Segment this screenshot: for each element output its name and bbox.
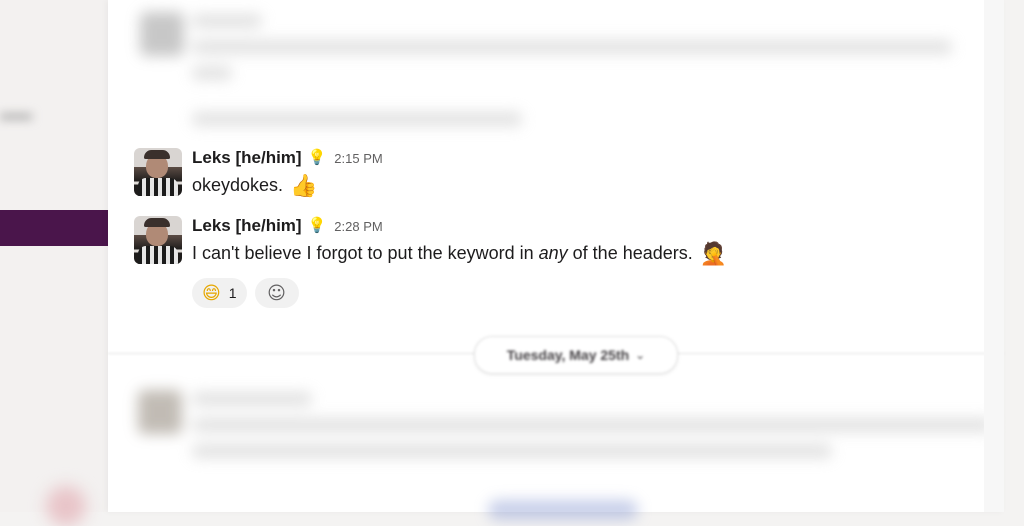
sidebar-blurred-item[interactable]: ▬▬ [0, 106, 36, 128]
timestamp[interactable]: 2:28 PM [334, 219, 382, 234]
message-text: okeydokes. 👍 [192, 174, 317, 199]
add-reaction-icon: ☺︎ [267, 282, 286, 304]
message-text-after: of the headers. [567, 243, 693, 263]
day-divider-label: Tuesday, May 25th [506, 347, 630, 363]
message-text: I can't believe I forgot to put the keyw… [192, 242, 727, 267]
grinning-face-icon: 😄 [202, 282, 221, 304]
message-text-content: okeydokes. [192, 175, 284, 195]
sidebar: ▬▬ [0, 0, 108, 526]
reaction-count: 1 [228, 285, 237, 301]
reaction-pill[interactable]: 😄 1 [192, 278, 247, 308]
message-item[interactable]: Leks [he/him] 💡 2:15 PM okeydokes. 👍 [134, 148, 974, 200]
avatar[interactable] [134, 148, 182, 196]
message-item[interactable]: Leks [he/him] 💡 2:28 PM I can't believe I … [134, 216, 974, 316]
day-divider-button[interactable]: Tuesday, May 25th ⌄ [474, 336, 678, 374]
timestamp[interactable]: 2:15 PM [334, 151, 382, 166]
add-reaction-button[interactable]: ☺︎ [254, 278, 299, 308]
reactions-bar: 😄 1 ☺︎ [192, 278, 299, 308]
scrollbar-track[interactable] [984, 0, 1004, 512]
avatar[interactable] [134, 216, 182, 264]
lightbulb-icon: 💡 [307, 149, 327, 166]
facepalm-icon: 🤦 [699, 242, 728, 267]
sidebar-blurred-badge [46, 486, 86, 526]
sender-name[interactable]: Leks [he/him] [192, 216, 302, 235]
lightbulb-icon: 💡 [307, 217, 327, 234]
message-pane: Leks [he/him] 💡 2:15 PM okeydokes. 👍 Leks … [108, 0, 1004, 520]
sender-name[interactable]: Leks [he/him] [192, 148, 302, 167]
sidebar-active-channel[interactable] [0, 210, 108, 246]
chevron-down-icon: ⌄ [635, 348, 646, 362]
message-text-emphasis: any [538, 243, 568, 263]
thumbs-up-icon: 👍 [290, 174, 318, 199]
message-text-before: I can't believe I forgot to put the keyw… [192, 243, 539, 263]
